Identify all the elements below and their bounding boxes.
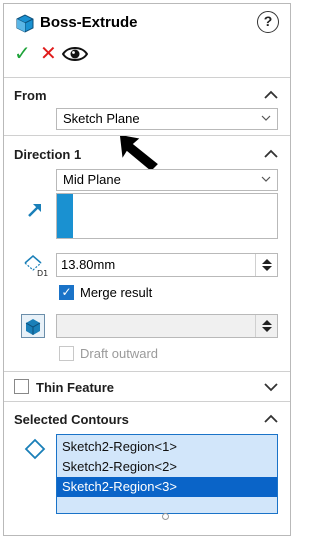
depth-field[interactable]: 13.80mm	[56, 253, 278, 277]
merge-result-label: Merge result	[80, 285, 153, 300]
draft-angle-field[interactable]	[56, 314, 278, 338]
resize-grip[interactable]	[162, 513, 169, 520]
thin-feature-header[interactable]: Thin Feature	[36, 380, 114, 395]
title-bar: Boss-Extrude ?	[4, 4, 290, 40]
spin-up-icon[interactable]	[262, 320, 272, 325]
draft-outward-checkbox[interactable]	[59, 346, 74, 361]
chevron-up-icon[interactable]	[263, 89, 279, 101]
list-item[interactable]: Sketch2-Region<2>	[57, 457, 277, 477]
depth-icon: D1	[24, 255, 48, 277]
merge-result-checkbox[interactable]: ✓	[59, 285, 74, 300]
boss-extrude-icon	[16, 14, 34, 33]
spin-down-icon[interactable]	[262, 327, 272, 332]
draft-icon[interactable]	[21, 314, 45, 338]
spin-up-icon[interactable]	[262, 259, 272, 264]
direction-reference-box[interactable]	[56, 193, 278, 239]
help-icon[interactable]: ?	[257, 11, 279, 33]
list-item[interactable]: Sketch2-Region<1>	[57, 437, 277, 457]
from-header[interactable]: From	[14, 88, 47, 103]
list-item[interactable]: Sketch2-Region<3>	[57, 477, 277, 497]
chevron-up-icon[interactable]	[263, 413, 279, 425]
eye-icon[interactable]	[62, 45, 88, 63]
depth-value: 13.80mm	[61, 257, 116, 272]
start-condition-value: Sketch Plane	[63, 111, 140, 126]
draft-outward-label: Draft outward	[80, 346, 159, 361]
selected-contours-header[interactable]: Selected Contours	[14, 412, 129, 427]
property-manager-panel: Boss-Extrude ? ✓ ✕ From Sketch Plane Dir…	[3, 3, 291, 536]
direction1-header[interactable]: Direction 1	[14, 147, 81, 162]
cancel-button[interactable]: ✕	[40, 44, 57, 64]
draft-angle-spinner[interactable]	[255, 315, 277, 337]
chevron-down-icon	[261, 176, 271, 182]
end-condition-value: Mid Plane	[63, 172, 121, 187]
contour-icon	[24, 438, 46, 460]
spin-down-icon[interactable]	[262, 266, 272, 271]
start-condition-dropdown[interactable]: Sketch Plane	[56, 108, 278, 130]
thin-feature-checkbox[interactable]	[14, 379, 29, 394]
feature-title: Boss-Extrude	[40, 14, 138, 31]
chevron-up-icon[interactable]	[263, 148, 279, 160]
thin-feature-section: Thin Feature	[4, 371, 290, 400]
ok-button[interactable]: ✓	[14, 44, 31, 64]
chevron-down-icon	[261, 115, 271, 121]
depth-spinner[interactable]	[255, 254, 277, 276]
selection-indicator	[57, 194, 73, 238]
from-section: From Sketch Plane	[4, 77, 290, 135]
svg-text:D1: D1	[37, 269, 48, 277]
chevron-down-icon[interactable]	[263, 381, 279, 393]
end-condition-dropdown[interactable]: Mid Plane	[56, 169, 278, 191]
action-bar: ✓ ✕	[4, 40, 290, 70]
contours-listbox[interactable]: Sketch2-Region<1> Sketch2-Region<2> Sket…	[56, 434, 278, 514]
reverse-direction-icon[interactable]	[26, 201, 44, 219]
